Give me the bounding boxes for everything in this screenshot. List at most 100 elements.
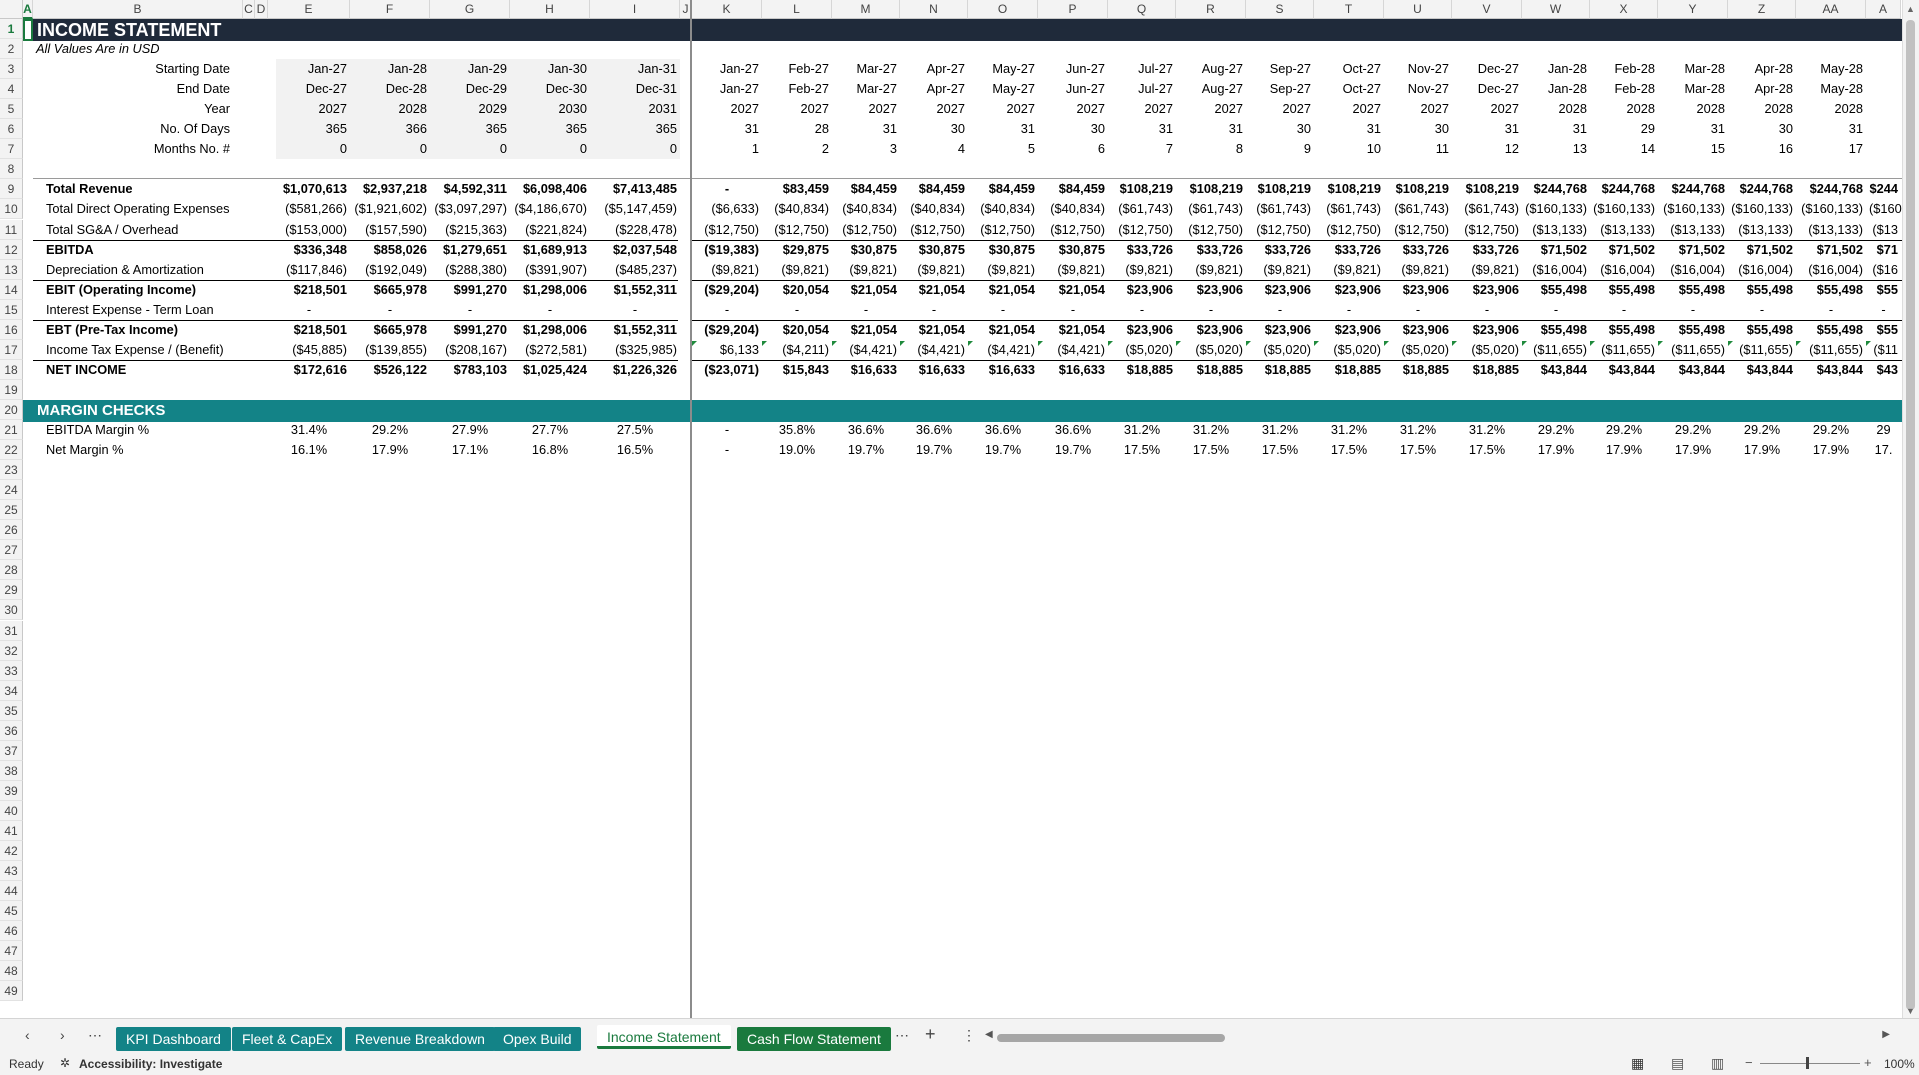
- header-cell[interactable]: 2027: [1246, 99, 1314, 119]
- row-header[interactable]: 24: [0, 480, 23, 501]
- column-header[interactable]: N: [900, 0, 968, 19]
- select-all-corner[interactable]: [0, 0, 23, 19]
- value-cell[interactable]: ($12,750): [1384, 220, 1452, 240]
- error-indicator-icon[interactable]: [692, 340, 697, 346]
- header-cell[interactable]: 31: [968, 119, 1038, 139]
- header-cell[interactable]: 12: [1452, 139, 1522, 159]
- value-cell[interactable]: ($157,590): [350, 220, 430, 240]
- value-cell[interactable]: $21,054: [1038, 320, 1108, 340]
- error-indicator-icon[interactable]: [1384, 340, 1389, 346]
- vertical-scrollbar[interactable]: ▲ ▼: [1902, 0, 1919, 1018]
- value-cell[interactable]: $244: [1866, 179, 1901, 199]
- error-indicator-icon[interactable]: [900, 340, 905, 346]
- value-cell[interactable]: $858,026: [350, 240, 430, 260]
- row-header[interactable]: 35: [0, 700, 23, 721]
- value-cell[interactable]: $336,348: [268, 240, 350, 260]
- value-cell[interactable]: ($4,421): [900, 340, 968, 360]
- value-cell[interactable]: ($288,380): [430, 260, 510, 280]
- row-header[interactable]: 9: [0, 179, 23, 200]
- column-header[interactable]: P: [1038, 0, 1108, 19]
- value-cell[interactable]: $108,219: [1384, 179, 1452, 199]
- value-cell[interactable]: ($16,004): [1658, 260, 1728, 280]
- row-header[interactable]: 2: [0, 39, 23, 60]
- header-cell[interactable]: Oct-27: [1314, 79, 1384, 99]
- row-header[interactable]: 4: [0, 79, 23, 100]
- column-header[interactable]: C: [243, 0, 255, 19]
- margin-cell[interactable]: 29.2%: [1796, 420, 1866, 440]
- value-cell[interactable]: $84,459: [968, 179, 1038, 199]
- margin-cell[interactable]: 19.7%: [900, 440, 968, 460]
- margin-cell[interactable]: 17.5%: [1314, 440, 1384, 460]
- header-cell[interactable]: 2031: [590, 99, 680, 119]
- value-cell[interactable]: $172,616: [268, 360, 350, 380]
- row-header[interactable]: 28: [0, 560, 23, 581]
- value-cell[interactable]: $1,298,006: [510, 280, 590, 300]
- header-cell[interactable]: 2027: [1108, 99, 1176, 119]
- value-cell[interactable]: $6,098,406: [510, 179, 590, 199]
- header-cell[interactable]: Feb-28: [1590, 59, 1658, 79]
- value-cell[interactable]: $84,459: [1038, 179, 1108, 199]
- value-cell[interactable]: $244,768: [1522, 179, 1590, 199]
- header-cell[interactable]: 2028: [1728, 99, 1796, 119]
- margin-cell[interactable]: 29.2%: [1590, 420, 1658, 440]
- margin-cell[interactable]: 17.: [1866, 440, 1901, 460]
- value-cell[interactable]: ($11,655): [1522, 340, 1590, 360]
- value-cell[interactable]: $23,906: [1246, 280, 1314, 300]
- prev-sheet-icon[interactable]: ‹: [25, 1027, 30, 1043]
- column-header[interactable]: K: [692, 0, 762, 19]
- row-header[interactable]: 8: [0, 159, 23, 180]
- value-cell[interactable]: ($5,020): [1108, 340, 1176, 360]
- header-cell[interactable]: 11: [1384, 139, 1452, 159]
- value-cell[interactable]: ($9,821): [1108, 260, 1176, 280]
- header-cell[interactable]: 30: [900, 119, 968, 139]
- header-cell[interactable]: 31: [692, 119, 762, 139]
- header-cell[interactable]: Sep-27: [1246, 59, 1314, 79]
- column-header[interactable]: I: [590, 0, 680, 19]
- value-cell[interactable]: $55,498: [1658, 320, 1728, 340]
- header-cell[interactable]: Dec-27: [1452, 59, 1522, 79]
- header-cell[interactable]: 31: [1314, 119, 1384, 139]
- header-cell[interactable]: Nov-27: [1384, 59, 1452, 79]
- error-indicator-icon[interactable]: [1522, 340, 1527, 346]
- column-header[interactable]: Y: [1658, 0, 1728, 19]
- value-cell[interactable]: -: [350, 300, 430, 320]
- value-cell[interactable]: $1,552,311: [590, 320, 680, 340]
- value-cell[interactable]: ($13,133): [1590, 220, 1658, 240]
- column-header[interactable]: G: [430, 0, 510, 19]
- row-header[interactable]: 14: [0, 279, 23, 300]
- value-cell[interactable]: $21,054: [900, 280, 968, 300]
- row-header[interactable]: 21: [0, 420, 23, 441]
- value-cell[interactable]: ($9,821): [900, 260, 968, 280]
- row-header[interactable]: 33: [0, 660, 23, 681]
- header-cell[interactable]: Mar-28: [1658, 59, 1728, 79]
- value-cell[interactable]: $21,054: [832, 320, 900, 340]
- header-cell[interactable]: 29: [1590, 119, 1658, 139]
- header-cell[interactable]: 31: [1176, 119, 1246, 139]
- value-cell[interactable]: ($13,133): [1522, 220, 1590, 240]
- value-cell[interactable]: ($215,363): [430, 220, 510, 240]
- value-cell[interactable]: $55,498: [1658, 280, 1728, 300]
- value-cell[interactable]: $18,885: [1108, 360, 1176, 380]
- header-cell[interactable]: 2027: [1176, 99, 1246, 119]
- value-cell[interactable]: $526,122: [350, 360, 430, 380]
- margin-cell[interactable]: 35.8%: [762, 420, 832, 440]
- value-cell[interactable]: $33,726: [1452, 240, 1522, 260]
- value-cell[interactable]: -: [1384, 300, 1452, 320]
- value-cell[interactable]: ($11,655): [1728, 340, 1796, 360]
- value-cell[interactable]: ($13,133): [1796, 220, 1866, 240]
- value-cell[interactable]: $55,498: [1590, 320, 1658, 340]
- value-cell[interactable]: -: [430, 300, 510, 320]
- row-header[interactable]: 16: [0, 319, 23, 340]
- error-indicator-icon[interactable]: [1108, 340, 1113, 346]
- margin-cell[interactable]: 17.9%: [1728, 440, 1796, 460]
- value-cell[interactable]: ($11,655): [1796, 340, 1866, 360]
- header-cell[interactable]: Nov-27: [1384, 79, 1452, 99]
- value-cell[interactable]: $23,906: [1314, 320, 1384, 340]
- margin-cell[interactable]: 31.2%: [1176, 420, 1246, 440]
- header-cell[interactable]: 31: [1796, 119, 1866, 139]
- header-cell[interactable]: 30: [1246, 119, 1314, 139]
- row-header[interactable]: 20: [0, 399, 23, 420]
- value-cell[interactable]: ($139,855): [350, 340, 430, 360]
- header-cell[interactable]: 30: [1038, 119, 1108, 139]
- value-cell[interactable]: $55,498: [1522, 320, 1590, 340]
